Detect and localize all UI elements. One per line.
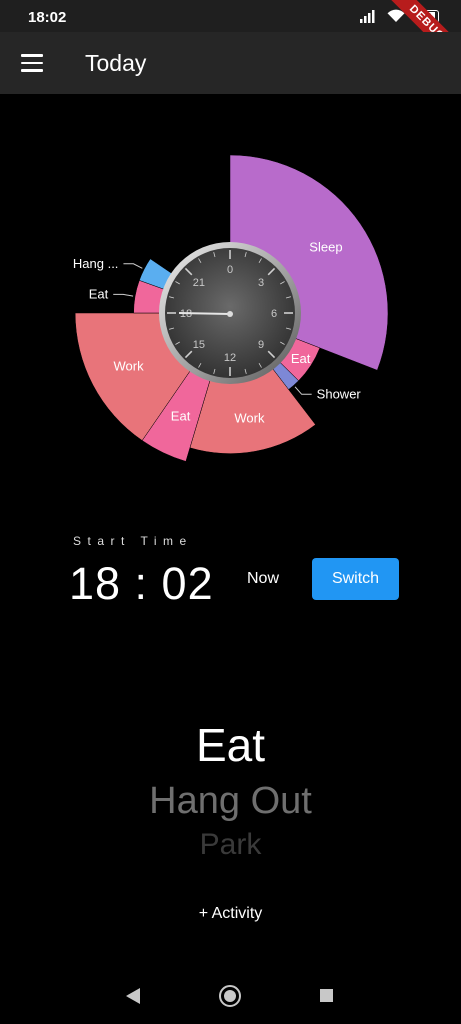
system-nav-bar <box>0 970 461 1024</box>
status-bar: 18:02 80 DEBUG <box>0 0 461 79</box>
status-time: 18:02 <box>28 9 67 26</box>
slice-label: Eat <box>291 351 311 366</box>
slice-label-leader <box>123 263 143 269</box>
slice-label: Work <box>234 410 265 425</box>
hamburger-menu-icon[interactable] <box>12 44 52 82</box>
picker-item-selected[interactable]: Eat <box>0 718 461 772</box>
slice-label: Shower <box>317 386 362 401</box>
activity-picker[interactable]: Eat Hang Out Park <box>0 700 461 860</box>
recent-square-icon[interactable] <box>320 989 333 1002</box>
back-triangle-icon[interactable] <box>126 988 140 1004</box>
picker-item[interactable]: Hang Out <box>0 780 461 823</box>
slice-label: Eat <box>171 408 191 423</box>
slice-label: Work <box>114 358 145 373</box>
now-button[interactable]: Now <box>232 564 294 594</box>
slice-label-leader <box>113 293 134 297</box>
slice-label-leader <box>294 386 312 395</box>
slice-label: Sleep <box>309 239 342 254</box>
start-time-label: Start Time <box>73 534 193 548</box>
app-bar: Today <box>0 32 461 94</box>
clock-hour-hand <box>178 312 231 315</box>
clock-icon: 036912151821 <box>159 242 301 384</box>
add-activity-button[interactable]: + Activity <box>0 905 461 923</box>
slice-label: Eat <box>89 286 109 301</box>
clock-number: 15 <box>193 339 205 351</box>
picker-item[interactable]: Park <box>0 828 461 860</box>
clock-number: 6 <box>271 308 277 320</box>
start-time-value[interactable]: 18 : 02 <box>69 558 214 610</box>
day-pie-chart[interactable]: Sleep Eat Shower Work Eat Work Eat Hang ... 0 3 6… <box>0 130 461 490</box>
switch-button[interactable]: Switch <box>312 558 399 600</box>
signal-icon <box>360 10 375 23</box>
page-title: Today <box>85 50 147 76</box>
clock-number: 0 <box>227 264 233 276</box>
slice-label: Hang ... <box>73 256 119 271</box>
clock-number: 3 <box>258 277 264 289</box>
clock-number: 12 <box>224 352 236 364</box>
home-circle-icon[interactable] <box>219 985 241 1007</box>
clock-center <box>227 311 233 317</box>
clock-number: 9 <box>258 339 264 351</box>
clock-number: 21 <box>193 277 205 289</box>
